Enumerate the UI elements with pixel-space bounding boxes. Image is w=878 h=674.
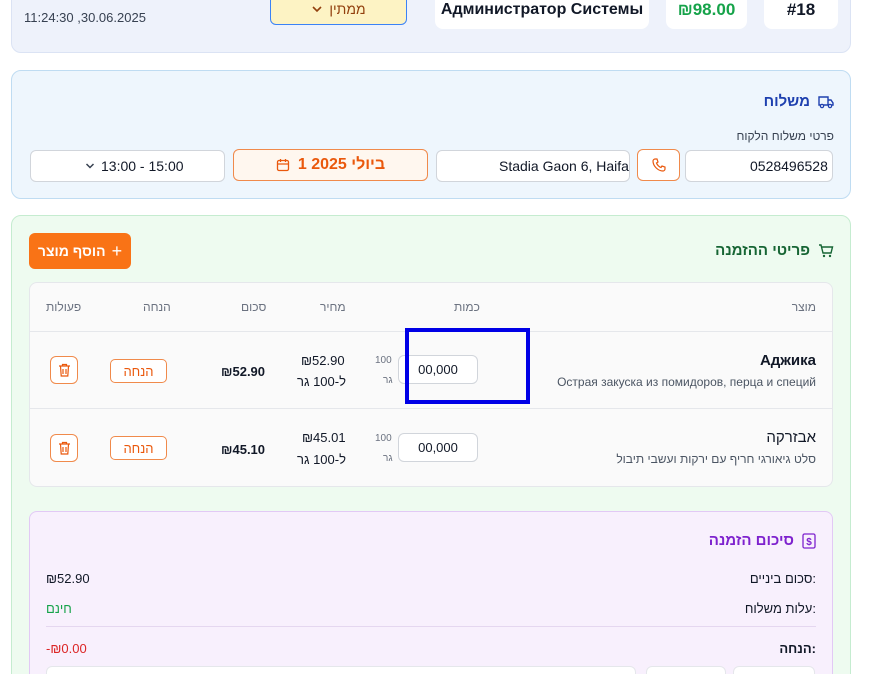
price-unit: ל-100 גר [297, 374, 346, 389]
unit-amount: 100 [375, 355, 392, 366]
discount-apply[interactable] [733, 666, 815, 674]
phone-icon [651, 158, 666, 172]
col-sum: סכום [241, 300, 267, 314]
trash-icon [58, 441, 70, 455]
delivery-title: משלוח [764, 93, 834, 110]
add-product-button[interactable]: הוסף מוצר + [29, 233, 131, 269]
items-title-text: פריטי ההזמנה [715, 242, 810, 259]
col-discount: הנחה [143, 300, 171, 314]
shipping-value: חינם [46, 601, 72, 616]
unit-amount: 100 [375, 433, 392, 444]
subtotal-label: סכום ביניים: [749, 571, 816, 586]
col-price: מחיר [320, 300, 346, 314]
cart-icon [819, 243, 834, 257]
discount-value: -₪0.00 [46, 641, 87, 656]
dollar-icon: $ [802, 532, 816, 549]
subtotal-value: ₪52.90 [46, 571, 90, 586]
time-label: 13:00 - 15:00 [101, 158, 184, 174]
status-dropdown[interactable]: ממתין [270, 0, 407, 25]
status-label: ממתין [329, 0, 366, 17]
discount-label: הנחה: [779, 641, 816, 656]
unit-price: ₪52.90 [301, 353, 345, 368]
trash-icon [58, 363, 70, 377]
delivery-date-button[interactable]: 1 ביולי 2025 [233, 149, 428, 181]
discount-button[interactable]: הנחה [110, 359, 167, 383]
discount-button[interactable]: הנחה [110, 436, 167, 460]
shipping-label: עלות משלוח: [744, 601, 816, 616]
line-sum: ₪45.10 [221, 442, 266, 457]
product-desc: סלט גיאורגי חריף עם ירקות ועשבי תיבול [616, 452, 816, 466]
chevron-down-icon [85, 163, 95, 169]
plus-icon: + [111, 240, 123, 261]
product-name: אבזרקה [766, 429, 816, 446]
delivery-title-text: משלוח [763, 93, 810, 110]
call-button[interactable] [637, 149, 680, 181]
discount-type-select[interactable] [646, 666, 726, 674]
divider [46, 626, 816, 627]
product-desc: Острая закуска из помидоров, перца и спе… [557, 375, 816, 389]
col-quantity: כמות [454, 300, 480, 314]
delivery-subtitle: פרטי משלוח הלקוח [736, 129, 834, 143]
unit-label: גר [383, 453, 393, 464]
time-select[interactable]: 13:00 - 15:00 [30, 150, 225, 182]
col-actions: פעולות [46, 300, 82, 314]
quantity-input[interactable]: 00,000 [398, 433, 478, 462]
chevron-down-icon [312, 5, 322, 12]
order-items-section: פריטי ההזמנה הוסף מוצר + מוצר כמות מחיר … [11, 215, 851, 674]
svg-text:$: $ [806, 537, 812, 548]
product-name: Аджика [759, 352, 816, 369]
delivery-date-label: 1 ביולי 2025 [297, 156, 386, 173]
line-sum: ₪52.90 [221, 364, 266, 379]
summary-title-text: סיכום הזמנה [708, 532, 794, 549]
address-field[interactable]: Stadia Gaon 6, Haifa [436, 150, 630, 182]
order-user: Администратор Системы [435, 0, 649, 29]
divider [30, 408, 832, 409]
order-summary: סיכום הזמנה $ סכום ביניים: ₪52.90 עלות מ… [29, 511, 833, 674]
phone-field[interactable]: 0528496528 [685, 150, 833, 182]
delete-button[interactable] [50, 356, 78, 384]
truck-icon [818, 95, 834, 108]
order-total: ₪98.00 [666, 0, 747, 29]
delete-button[interactable] [50, 434, 78, 462]
order-date: 11:24:30 ,30.06.2025 [24, 10, 146, 25]
items-title: פריטי ההזמנה [715, 242, 834, 259]
price-unit: ל-100 גר [297, 452, 346, 467]
order-number: #18 [764, 0, 838, 29]
summary-title: סיכום הזמנה $ [709, 532, 816, 549]
discount-input[interactable] [46, 666, 636, 674]
unit-price: ₪45.01 [302, 430, 346, 445]
calendar-icon [276, 159, 290, 172]
delivery-section: משלוח פרטי משלוח הלקוח 0528496528 Stadia… [11, 70, 851, 199]
unit-label: גר [383, 375, 393, 386]
add-product-label: הוסף מוצר [37, 243, 106, 259]
focus-highlight [405, 328, 530, 404]
order-header: 11:24:30 ,30.06.2025 ממתין Администратор… [11, 0, 851, 53]
col-product: מוצר [791, 300, 816, 314]
